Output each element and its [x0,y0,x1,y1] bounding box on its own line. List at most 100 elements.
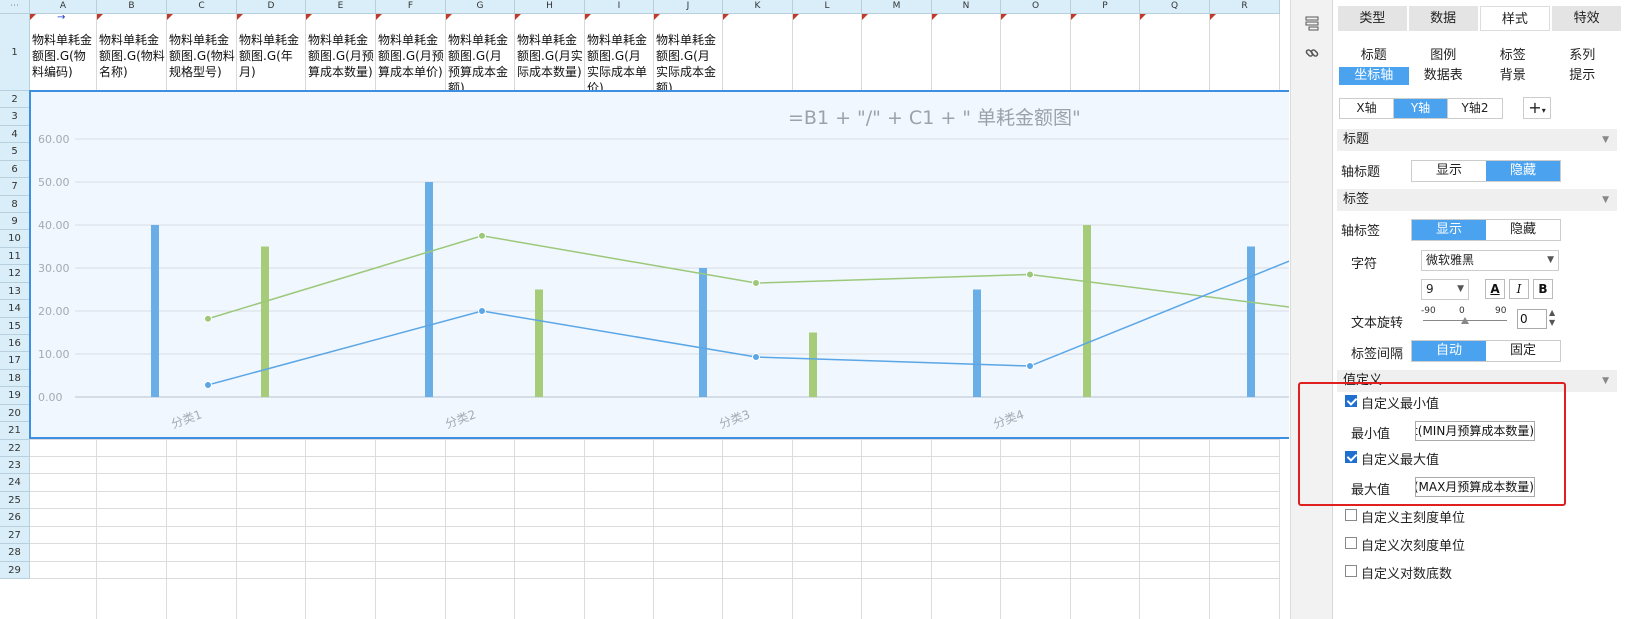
cell-g1[interactable]: 物料单耗金额图.G(月预算成本金额) [446,14,515,91]
column-header-q[interactable]: Q [1140,0,1210,14]
bar-series-1-分类4[interactable] [973,289,981,398]
sub-tab-5[interactable]: 数据表 [1409,67,1479,85]
row-header-23[interactable]: 23 [0,457,30,474]
select-all-corner[interactable]: ⋯ [0,0,30,14]
cell-m1[interactable] [862,14,932,91]
row-header-11[interactable]: 11 [0,248,30,265]
top-tab-1[interactable]: 数据 [1408,6,1478,31]
bar-series-1-分类1[interactable] [151,225,159,397]
row-header-9[interactable]: 9 [0,213,30,230]
row-header-3[interactable]: 3 [0,108,30,126]
row-header-12[interactable]: 12 [0,265,30,283]
bar-series-2-分类3[interactable] [809,332,817,398]
row-header-1[interactable]: 1 [0,14,30,91]
column-header-b[interactable]: B [97,0,167,14]
row-header-13[interactable]: 13 [0,283,30,300]
column-header-j[interactable]: J [654,0,723,14]
bar-series-2-分类1[interactable] [261,246,269,398]
column-header-l[interactable]: L [793,0,862,14]
chart-object[interactable]: =B1 + "/" + C1 + " 单耗金额图" 0.00 10.00 20.00… [29,90,1289,439]
column-header-f[interactable]: F [376,0,446,14]
custom-major-checkbox[interactable] [1345,509,1357,521]
row-header-7[interactable]: 7 [0,178,30,196]
cell-j1[interactable]: 物料单耗金额图.G(月实际成本金额) [654,14,723,91]
row-header-6[interactable]: 6 [0,161,30,178]
cell-d1[interactable]: 物料单耗金额图.G(年月) [237,14,306,91]
column-header-e[interactable]: E [306,0,376,14]
cell-k1[interactable] [723,14,793,91]
line-point-1-分类4[interactable] [1026,270,1034,279]
column-header-i[interactable]: I [585,0,654,14]
bar-series-1-分类5[interactable] [1247,246,1255,398]
label-interval-option-0[interactable]: 自动 [1412,341,1486,361]
row-header-5[interactable]: 5 [0,143,30,161]
row-header-14[interactable]: 14 [0,300,30,318]
sub-tab-7[interactable]: 提示 [1548,67,1618,85]
cell-o1[interactable] [1001,14,1071,91]
sub-tab-0[interactable]: 标题 [1339,47,1409,65]
axis-title-option-1[interactable]: 隐藏 [1486,161,1560,181]
sub-tab-4[interactable]: 坐标轴 [1339,67,1409,85]
cell-r1[interactable] [1210,14,1280,91]
axis-tab-0[interactable]: X轴 [1340,99,1394,118]
cell-b1[interactable]: 物料单耗金额图.G(物料名称) [97,14,167,91]
axis-title-option-0[interactable]: 显示 [1412,161,1486,181]
row-header-10[interactable]: 10 [0,230,30,248]
rotation-input[interactable]: 0 [1517,309,1547,329]
column-header-r[interactable]: R [1210,0,1280,14]
column-header-n[interactable]: N [932,0,1001,14]
sub-tab-2[interactable]: 标签 [1478,47,1548,65]
row-header-26[interactable]: 26 [0,509,30,527]
cell-q1[interactable] [1140,14,1210,91]
italic-button[interactable]: I [1509,279,1529,299]
row-header-22[interactable]: 22 [0,440,30,457]
row-header-24[interactable]: 24 [0,474,30,492]
axis-label-option-1[interactable]: 隐藏 [1486,220,1560,240]
line-point-2-分类4[interactable] [1026,362,1034,371]
label-interval-option-1[interactable]: 固定 [1486,341,1560,361]
bar-series-2-分类4[interactable] [1083,225,1091,397]
cell-h1[interactable]: 物料单耗金额图.G(月实际成本数量) [515,14,585,91]
font-color-button[interactable]: A [1485,279,1505,299]
row-header-21[interactable]: 21 [0,422,30,440]
axis-tab-1[interactable]: Y轴 [1394,99,1448,118]
line-point-1-分类1[interactable] [204,314,212,323]
column-header-c[interactable]: C [167,0,237,14]
column-header-d[interactable]: D [237,0,306,14]
sub-tab-6[interactable]: 背景 [1478,67,1548,85]
layers-icon[interactable] [1303,14,1321,32]
add-axis-button[interactable]: +▾ [1523,97,1551,119]
line-point-1-分类2[interactable] [478,231,486,240]
row-header-20[interactable]: 20 [0,405,30,422]
column-header-h[interactable]: H [515,0,585,14]
line-series-1[interactable] [207,234,1289,320]
bar-series-1-分类2[interactable] [425,182,433,397]
spreadsheet[interactable]: ⋯ ABCDEFGHIJKLMNOPQR 1 2 3 4 5 6 7 8 9 10 11 12 13 14… [0,0,1330,619]
row-header-19[interactable]: 19 [0,387,30,405]
top-tab-3[interactable]: 特效 [1552,6,1621,31]
slider-thumb[interactable] [1461,317,1469,324]
row-header-8[interactable]: 8 [0,196,30,213]
column-header-m[interactable]: M [862,0,932,14]
sub-tab-1[interactable]: 图例 [1409,47,1479,65]
custom-minor-checkbox[interactable] [1345,537,1357,549]
cell-c1[interactable]: 物料单耗金额图.G(物料规格型号) [167,14,237,91]
bar-series-2-分类2[interactable] [535,289,543,398]
column-header-p[interactable]: P [1071,0,1140,14]
column-header-g[interactable]: G [446,0,515,14]
font-family-select[interactable]: 微软雅黑 ▼ [1421,250,1559,271]
font-size-select[interactable]: 9 ▼ [1421,279,1469,300]
row-header-25[interactable]: 25 [0,492,30,509]
cell-a1[interactable]: 物料单耗金额图.G(物料编码) [30,14,97,91]
line-point-2-分类3[interactable] [752,353,760,362]
link-icon[interactable] [1303,44,1321,62]
axis-tab-2[interactable]: Y轴2 [1448,99,1502,118]
column-header-k[interactable]: K [723,0,793,14]
row-header-27[interactable]: 27 [0,527,30,544]
axis-label-option-0[interactable]: 显示 [1412,220,1486,240]
row-header-16[interactable]: 16 [0,335,30,352]
row-header-18[interactable]: 18 [0,370,30,387]
line-point-2-分类1[interactable] [204,380,212,389]
row-header-28[interactable]: 28 [0,544,30,562]
section-label[interactable]: 标签 ▼ [1337,189,1617,211]
